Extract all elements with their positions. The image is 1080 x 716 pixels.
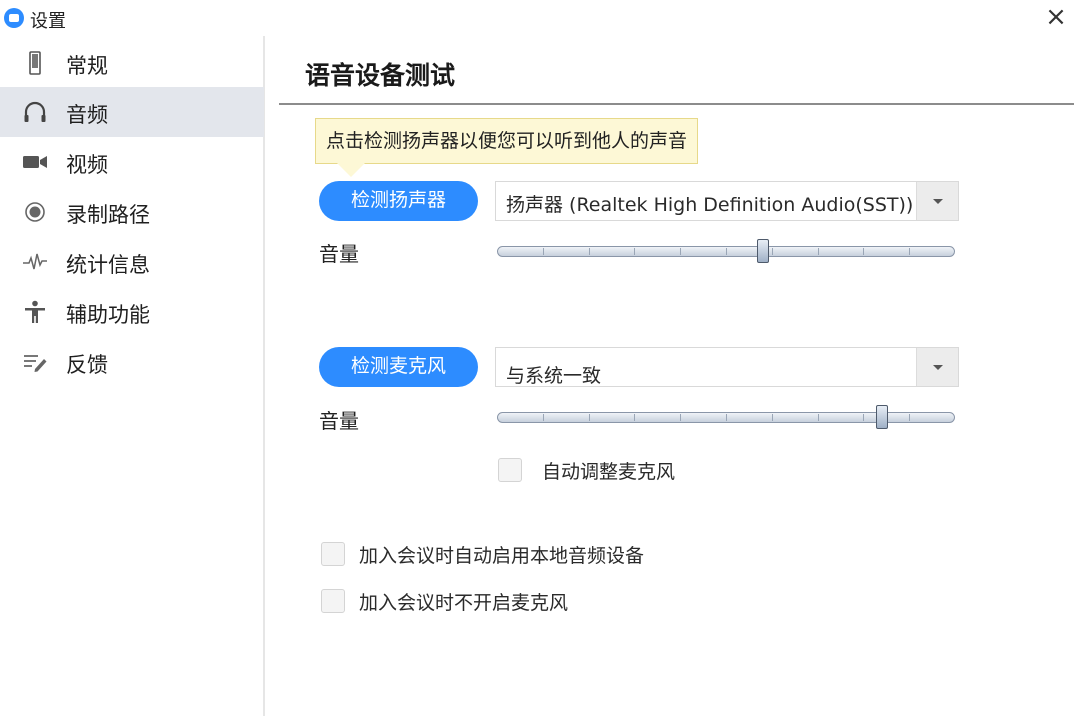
slider-tick bbox=[818, 248, 819, 255]
slider-tick bbox=[818, 414, 819, 421]
sidebar-item-statistics[interactable]: 统计信息 bbox=[0, 237, 264, 287]
microphone-volume-label: 音量 bbox=[319, 409, 359, 433]
slider-tick bbox=[680, 248, 681, 255]
speaker-volume-slider[interactable] bbox=[497, 239, 955, 263]
page-title: 语音设备测试 bbox=[305, 61, 456, 90]
speaker-device-value: 扬声器 (Realtek High Definition Audio(SST)) bbox=[506, 194, 914, 216]
speaker-test-tooltip: 点击检测扬声器以便您可以听到他人的声音 bbox=[315, 118, 699, 164]
test-microphone-button[interactable]: 检测麦克风 bbox=[319, 347, 478, 387]
slider-tick bbox=[726, 414, 727, 421]
slider-tick bbox=[772, 414, 773, 421]
auto-adjust-mic-label: 自动调整麦克风 bbox=[542, 461, 676, 483]
record-icon bbox=[25, 202, 45, 222]
close-button[interactable]: × bbox=[1040, 2, 1072, 34]
speaker-volume-label: 音量 bbox=[319, 242, 359, 266]
sidebar-item-audio[interactable]: 音频 bbox=[0, 87, 264, 137]
sidebar-item-label: 音频 bbox=[66, 103, 108, 127]
auto-join-audio-label: 加入会议时自动启用本地音频设备 bbox=[359, 545, 645, 567]
sidebar-item-label: 视频 bbox=[66, 153, 108, 177]
auto-join-audio-checkbox[interactable] bbox=[321, 542, 345, 566]
title-divider bbox=[279, 103, 1074, 105]
slider-tick bbox=[909, 248, 910, 255]
sidebar-item-label: 录制路径 bbox=[66, 203, 150, 227]
tooltip-arrow bbox=[337, 163, 365, 177]
slider-tick bbox=[589, 414, 590, 421]
accessibility-icon bbox=[25, 300, 45, 323]
window-title: 设置 bbox=[30, 11, 66, 32]
zoom-logo-icon bbox=[4, 8, 24, 28]
microphone-volume-slider[interactable] bbox=[497, 405, 955, 429]
slider-tick bbox=[634, 248, 635, 255]
headphones-icon bbox=[24, 101, 46, 122]
feedback-icon bbox=[24, 355, 47, 372]
mute-mic-on-join-label: 加入会议时不开启麦克风 bbox=[359, 592, 569, 614]
sidebar-item-label: 统计信息 bbox=[66, 253, 150, 277]
speaker-device-select[interactable]: 扬声器 (Realtek High Definition Audio(SST)) bbox=[495, 181, 959, 221]
microphone-device-value: 与系统一致 bbox=[506, 365, 602, 387]
slider-tick bbox=[680, 414, 681, 421]
video-camera-icon bbox=[23, 156, 47, 168]
sidebar-item-video[interactable]: 视频 bbox=[0, 137, 264, 187]
slider-tick bbox=[772, 248, 773, 255]
sidebar-item-general[interactable]: 常规 bbox=[0, 38, 264, 88]
slider-tick bbox=[543, 414, 544, 421]
sidebar-item-label: 常规 bbox=[66, 54, 108, 78]
phone-general-icon bbox=[29, 51, 41, 75]
title-bar: 设置 × bbox=[0, 0, 1080, 36]
sidebar-item-recording-path[interactable]: 录制路径 bbox=[0, 187, 264, 237]
slider-thumb[interactable] bbox=[876, 405, 888, 429]
slider-tick bbox=[863, 414, 864, 421]
audio-settings-panel: 语音设备测试 点击检测扬声器以便您可以听到他人的声音 检测扬声器 扬声器 (Re… bbox=[267, 36, 1080, 716]
chevron-down-icon[interactable] bbox=[916, 348, 958, 386]
sidebar: 常规 音频 视频 录制路径 统计信息 辅助功能 反馈 bbox=[0, 36, 265, 716]
sidebar-item-accessibility[interactable]: 辅助功能 bbox=[0, 287, 264, 337]
slider-tick bbox=[543, 248, 544, 255]
slider-tick bbox=[726, 248, 727, 255]
slider-tick bbox=[634, 414, 635, 421]
sidebar-item-label: 辅助功能 bbox=[66, 303, 150, 327]
microphone-device-select[interactable]: 与系统一致 bbox=[495, 347, 959, 387]
test-speaker-button[interactable]: 检测扬声器 bbox=[319, 181, 478, 221]
auto-adjust-mic-checkbox[interactable] bbox=[498, 458, 522, 482]
slider-thumb[interactable] bbox=[757, 239, 769, 263]
chevron-down-icon[interactable] bbox=[916, 182, 958, 220]
sidebar-item-label: 反馈 bbox=[66, 353, 108, 377]
slider-tick bbox=[589, 248, 590, 255]
sidebar-item-feedback[interactable]: 反馈 bbox=[0, 337, 264, 387]
slider-tick bbox=[863, 248, 864, 255]
slider-tick bbox=[909, 414, 910, 421]
pulse-icon bbox=[23, 253, 47, 270]
mute-mic-on-join-checkbox[interactable] bbox=[321, 589, 345, 613]
